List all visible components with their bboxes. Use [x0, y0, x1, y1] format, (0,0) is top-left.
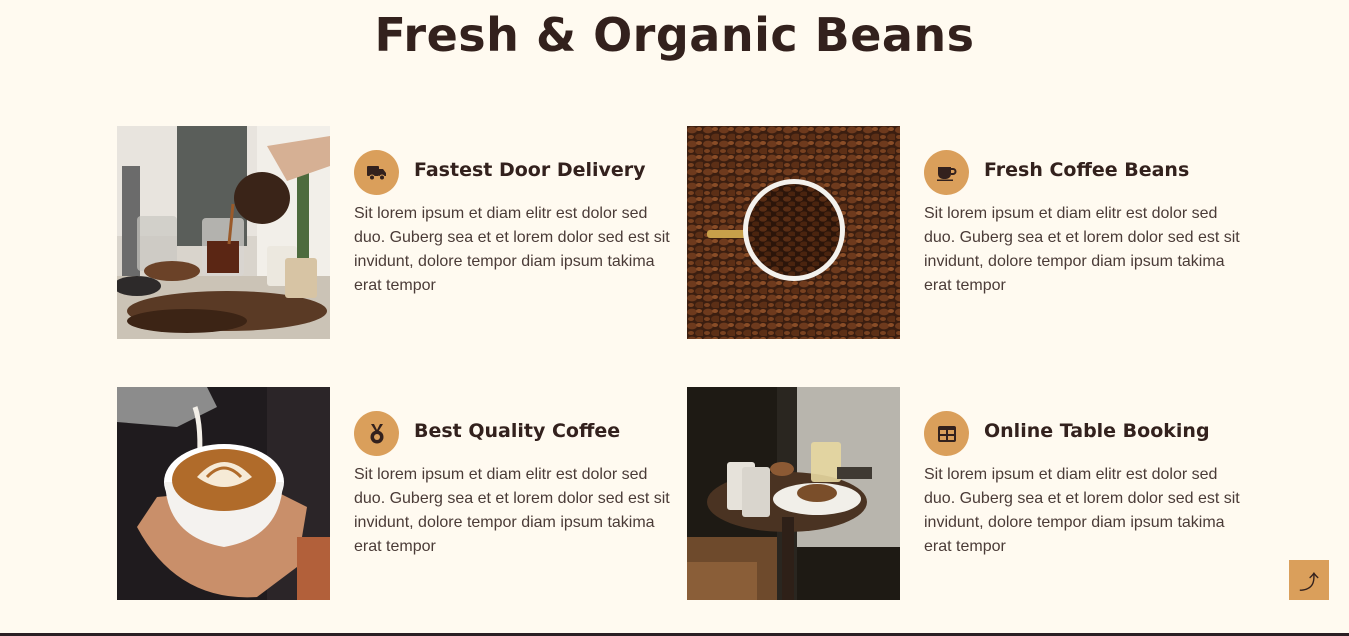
feature-best-quality: Best Quality Coffee Sit lorem ipsum et d…: [117, 387, 687, 600]
feature-title: Fresh Coffee Beans: [984, 159, 1190, 181]
truck-icon: [354, 150, 399, 195]
feature-description: Sit lorem ipsum et diam elitr est dolor …: [354, 466, 670, 555]
table-icon: [924, 411, 969, 456]
feature-title: Fastest Door Delivery: [414, 159, 646, 181]
award-medal-icon: [354, 411, 399, 456]
latte-art-photo: [117, 387, 330, 600]
coffee-cup-icon: [924, 150, 969, 195]
page-title: Fresh & Organic Beans: [374, 8, 975, 62]
arrow-up-icon: ⤴: [1299, 569, 1319, 594]
feature-table-booking: Online Table Booking Sit lorem ipsum et …: [687, 387, 1257, 600]
feature-delivery: Fastest Door Delivery Sit lorem ipsum et…: [117, 126, 687, 339]
feature-title: Best Quality Coffee: [414, 420, 621, 442]
back-to-top-button[interactable]: ⤴: [1289, 560, 1329, 600]
feature-description: Sit lorem ipsum et diam elitr est dolor …: [924, 205, 1240, 294]
cafe-table-photo: [687, 387, 900, 600]
feature-title: Online Table Booking: [984, 420, 1210, 442]
coffee-beans-cup-photo: [687, 126, 900, 339]
feature-description: Sit lorem ipsum et diam elitr est dolor …: [354, 205, 670, 294]
coffee-pouring-photo: [117, 126, 330, 339]
feature-description: Sit lorem ipsum et diam elitr est dolor …: [924, 466, 1240, 555]
feature-fresh-beans: Fresh Coffee Beans Sit lorem ipsum et di…: [687, 126, 1257, 339]
